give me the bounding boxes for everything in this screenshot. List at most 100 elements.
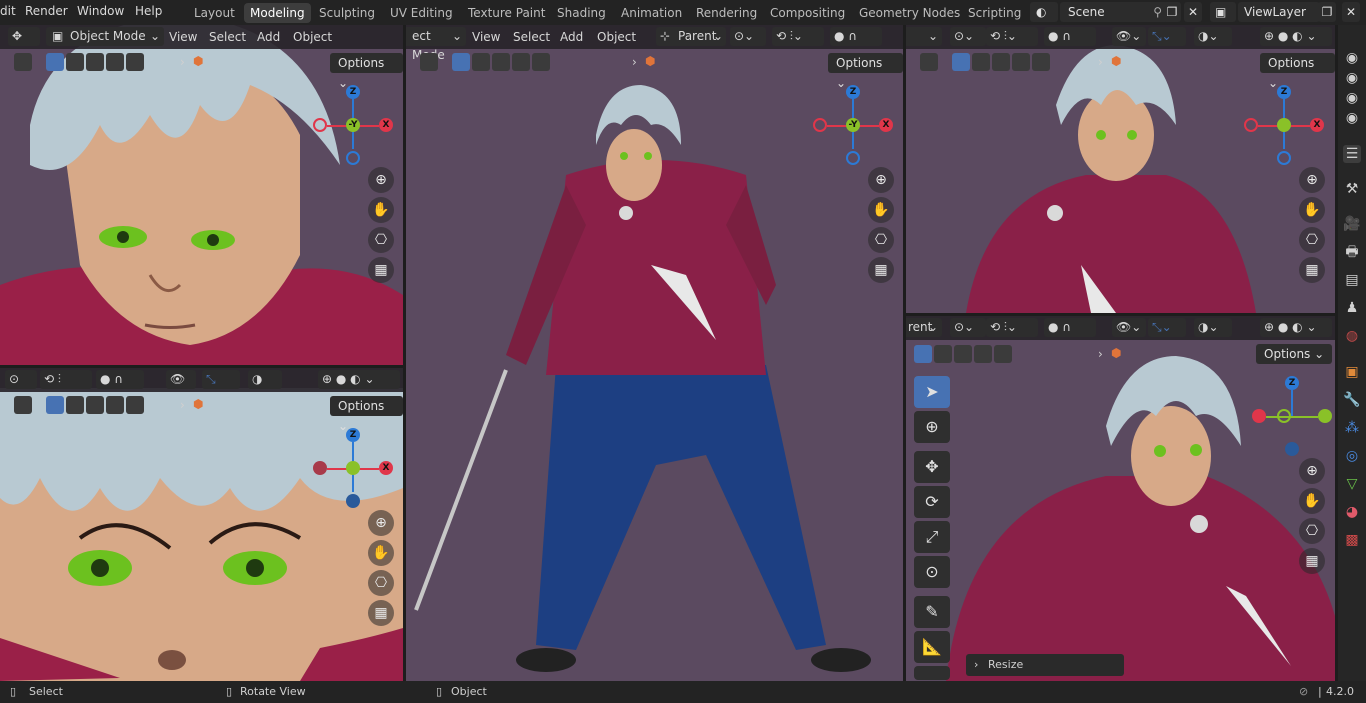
object-data-icon[interactable]: ▽	[1343, 475, 1361, 493]
color-cube-icon[interactable]: ⬢	[1111, 346, 1121, 360]
physics-icon[interactable]: ◎	[1343, 447, 1361, 465]
gizmo-x[interactable]: X	[1310, 118, 1324, 132]
view-layer-icon[interactable]: ▤	[1343, 271, 1361, 289]
color-cube-icon[interactable]: ⬢	[1111, 54, 1121, 68]
menu-help[interactable]: Help	[135, 4, 162, 18]
camera-icon[interactable]: ⎔	[1299, 518, 1325, 544]
viewport-bottom-left[interactable]: ⊙ ⟲ ⫶ ● ∩ 👁 ⤡ ◑ ⊕ ● ◐ ⌄ › ⬢ Options ⌄ Z …	[0, 368, 403, 681]
zoom-icon[interactable]: ⊕	[1299, 458, 1325, 484]
gizmo-neg-y[interactable]: -Y	[346, 118, 360, 132]
zoom-icon[interactable]: ⊕	[868, 167, 894, 193]
particles-icon[interactable]: ⁂	[1343, 419, 1361, 437]
options-button[interactable]: Options ⌄	[1256, 344, 1333, 364]
chevron-right-icon[interactable]: ›	[1098, 347, 1103, 361]
shading-buttons[interactable]: ⊕ ● ◐ ⌄	[1260, 318, 1332, 337]
navigation-gizmo[interactable]: Z	[1252, 376, 1332, 456]
add-object-tool-button[interactable]	[914, 666, 950, 680]
pan-hand-icon[interactable]: ✋	[1299, 488, 1325, 514]
navigation-gizmo[interactable]: Z -Y X	[813, 85, 893, 165]
gizmo-neg-z[interactable]	[1285, 442, 1299, 456]
object-icon[interactable]: ▣	[1343, 363, 1361, 381]
tab-texture-paint[interactable]: Texture Paint	[462, 3, 551, 23]
gizmo-neg-z[interactable]	[1277, 151, 1291, 165]
gizmo-neg-x[interactable]	[313, 118, 327, 132]
proportional-edit-button[interactable]: ⟲ ⫶⌄	[986, 318, 1038, 337]
gizmo-z[interactable]: Z	[846, 85, 860, 99]
shading-buttons[interactable]: ⊕ ● ◐ ⌄	[1260, 27, 1332, 46]
modifier-wrench-icon[interactable]: 🔧	[1343, 391, 1361, 409]
tab-scripting[interactable]: Scripting	[962, 3, 1027, 23]
visibility-button[interactable]: 👁	[166, 370, 196, 389]
tab-rendering[interactable]: Rendering	[690, 3, 763, 23]
gizmo-neg-z[interactable]	[346, 151, 360, 165]
menu-add[interactable]: Add	[257, 30, 280, 44]
menu-select[interactable]: Select	[513, 30, 550, 44]
mode-subtract-button[interactable]	[492, 53, 510, 71]
camera-icon[interactable]: ⎔	[368, 227, 394, 253]
select-box-tool-button[interactable]	[14, 53, 32, 71]
snap-toggle-button[interactable]: ⊙	[5, 370, 37, 389]
gizmo-z[interactable]: Z	[1285, 376, 1299, 390]
mode-intersect-button[interactable]	[106, 53, 124, 71]
last-operator-panel[interactable]: › Resize	[966, 654, 1124, 676]
gizmo-z[interactable]: Z	[346, 428, 360, 442]
gizmo-neg-y[interactable]	[1277, 409, 1291, 423]
mode-new-button[interactable]	[46, 53, 64, 71]
grid-ortho-icon[interactable]: ▦	[868, 257, 894, 283]
mode-intersect-button[interactable]	[974, 345, 992, 363]
options-button[interactable]: Options ⌄	[828, 53, 903, 90]
camera-icon[interactable]: ⎔	[868, 227, 894, 253]
menu-window[interactable]: Window	[77, 4, 124, 18]
tab-animation[interactable]: Animation	[615, 3, 688, 23]
pivot-dropdown[interactable]: rent ⌄	[906, 318, 942, 337]
output-icon[interactable]: 🖶	[1343, 243, 1361, 261]
grid-ortho-icon[interactable]: ▦	[1299, 548, 1325, 574]
chevron-right-icon[interactable]: ›	[632, 55, 637, 69]
navigation-gizmo[interactable]: Z -Y X	[313, 85, 393, 165]
material-icon[interactable]: ◕	[1343, 503, 1361, 521]
tab-geometry-nodes[interactable]: Geometry Nodes	[853, 3, 966, 23]
gizmo-y[interactable]	[1277, 118, 1291, 132]
proportional-edit-button[interactable]: ⟲ ⫶⌄	[986, 27, 1038, 46]
editor-type-button[interactable]: ✥	[8, 27, 40, 46]
color-cube-icon[interactable]: ⬢	[193, 397, 203, 411]
camera-render-icon[interactable]: ◉	[1343, 109, 1361, 127]
overlay-button[interactable]: ◑	[248, 370, 282, 389]
visibility-button[interactable]: 👁⌄	[1112, 318, 1146, 337]
gizmo-x[interactable]: X	[879, 118, 893, 132]
menu-object[interactable]: Object	[293, 30, 332, 44]
falloff-button[interactable]: ● ∩	[1044, 318, 1096, 337]
tool-icon[interactable]: ⚒	[1343, 180, 1361, 198]
scale-tool-button[interactable]: ⤢	[914, 521, 950, 553]
texture-icon[interactable]: ▩	[1343, 531, 1361, 549]
delete-scene-button[interactable]: ✕	[1184, 2, 1202, 22]
gizmo-toggle-button[interactable]: ⤡⌄	[1148, 318, 1186, 337]
mode-subtract-button[interactable]	[86, 396, 104, 414]
options-button[interactable]: Options ⌄	[330, 396, 403, 433]
viewport-center[interactable]: ect Mode ⌄ View Select Add Object ⊹ Pare…	[406, 25, 903, 681]
overlay-button[interactable]: ◑⌄	[1194, 318, 1232, 337]
menu-add[interactable]: Add	[560, 30, 583, 44]
color-cube-icon[interactable]: ⬢	[645, 54, 655, 68]
scene-name-field[interactable]: Scene ⚲	[1060, 2, 1168, 22]
navigation-gizmo[interactable]: Z X	[313, 428, 393, 508]
tab-modeling[interactable]: Modeling	[244, 3, 311, 23]
mode-extend-button[interactable]	[934, 345, 952, 363]
camera-icon[interactable]: ⎔	[1299, 227, 1325, 253]
zoom-icon[interactable]: ⊕	[368, 510, 394, 536]
chevron-right-icon[interactable]: ›	[180, 55, 185, 69]
gizmo-x[interactable]	[1252, 409, 1266, 423]
menu-view[interactable]: View	[472, 30, 500, 44]
world-icon[interactable]: ◍	[1343, 327, 1361, 345]
mode-invert-button[interactable]	[994, 345, 1012, 363]
properties-toggle-icon[interactable]: ☰	[1343, 145, 1361, 163]
camera-render-icon[interactable]: ◉	[1343, 69, 1361, 87]
select-tool-button[interactable]: ➤	[914, 376, 950, 408]
tab-layout[interactable]: Layout	[188, 3, 241, 23]
mode-intersect-button[interactable]	[512, 53, 530, 71]
grid-ortho-icon[interactable]: ▦	[368, 600, 394, 626]
rotate-tool-button[interactable]: ⟳	[914, 486, 950, 518]
move-tool-button[interactable]: ✥	[914, 451, 950, 483]
pivot-dropdown[interactable]: ⌄	[906, 27, 942, 46]
camera-render-icon[interactable]: ◉	[1343, 49, 1361, 67]
